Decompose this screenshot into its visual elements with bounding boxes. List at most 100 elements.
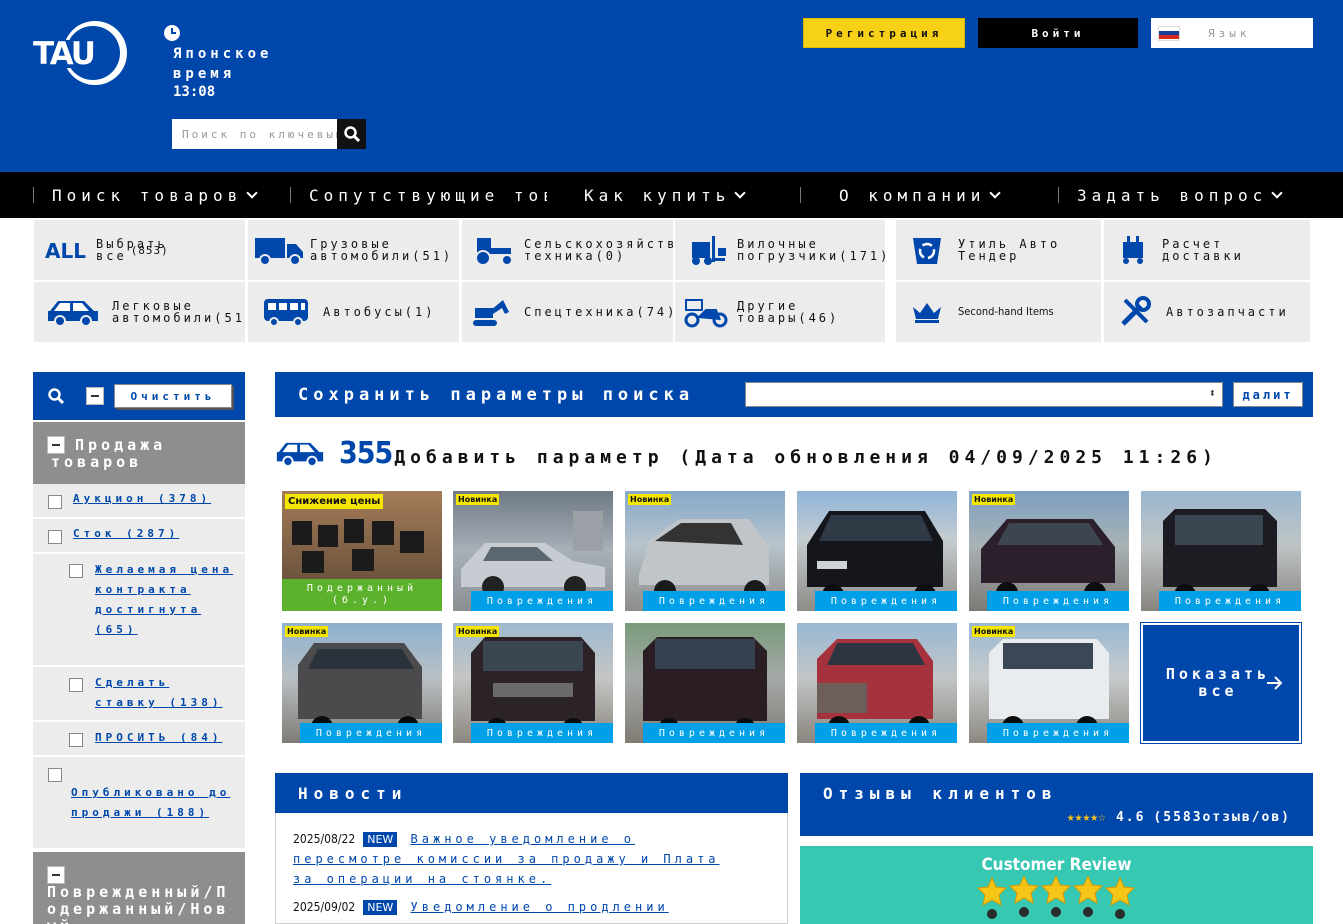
checkbox[interactable] [48, 530, 62, 544]
news-item[interactable]: 2025/09/02 NEW Уведомление о продлении [293, 897, 763, 917]
category-trucks[interactable]: Грузовые автомобили(51) [248, 220, 459, 280]
listing-card[interactable]: Новинка Повреждения [625, 491, 785, 611]
shipping-icon [1104, 234, 1162, 266]
nav-item-search-products[interactable]: Поиск товаров [52, 172, 292, 218]
sidebar-group-sales[interactable]: Продажа товаров [33, 422, 245, 484]
category-label: Second-hand Items [958, 305, 1054, 318]
result-count-line: 355 Добавить параметр (Дата обновления 0… [275, 433, 1315, 473]
reviews-header: Отзывы клиентов ★★★★☆ 4.6 (5583отзыв/ов) [800, 773, 1313, 836]
listing-condition-label: Повреждения [815, 723, 957, 743]
listing-card[interactable]: Новинка Повреждения [453, 491, 613, 611]
saved-search-select[interactable] [745, 382, 1223, 407]
rating-stars-icon: ★★★★☆ [1066, 810, 1106, 825]
listing-card[interactable]: Повреждения [625, 623, 785, 743]
category-shipping-calc[interactable]: Расчет доставки [1104, 220, 1310, 280]
nav-item-related-products[interactable]: Сопутствующие товары [309, 172, 547, 218]
checkbox[interactable] [69, 678, 83, 692]
category-scrap-tender[interactable]: Утиль Авто Тендер [896, 220, 1101, 280]
news-date: 2025/09/02 [293, 900, 356, 914]
review-count: (5583отзыв/ов) [1153, 810, 1291, 825]
bus-icon [248, 297, 323, 327]
show-all-button[interactable]: Показать все [1140, 622, 1302, 744]
clear-button[interactable]: Очистить [114, 384, 232, 408]
category-label: Выбрать все (853) [96, 237, 169, 263]
filter-published-before-sale[interactable]: Опубликовано до продажи (188) [33, 757, 245, 850]
filter-link[interactable]: Аукцион (378) [73, 489, 238, 509]
search-icon[interactable] [48, 388, 64, 404]
filter-desired-price-reached[interactable]: Желаемая цена контракта достигнута (65) [33, 554, 245, 667]
nav-item-about[interactable]: О компании [839, 172, 1029, 218]
russia-flag-icon [1158, 25, 1180, 41]
nav-separator [1058, 187, 1059, 203]
filter-link[interactable]: Желаемая цена контракта достигнута (65) [95, 560, 235, 640]
register-button[interactable]: Регистрация [803, 18, 965, 48]
news-item[interactable]: 2025/08/22 NEW Важное уведомление о перес… [293, 829, 733, 889]
search-input[interactable] [172, 119, 337, 149]
sidebar-group-condition[interactable]: Поврежденный/Подержанный/Новый [33, 852, 245, 924]
chevron-down-icon [989, 186, 1001, 199]
category-auto-parts[interactable]: Автозапчасти [1104, 282, 1310, 342]
category-agriculture[interactable]: Сельскохозяйственнаятехника(0) [462, 220, 673, 280]
news-link[interactable]: Уведомление о продлении [411, 900, 669, 914]
nav-label: О компании [839, 185, 986, 205]
listing-card[interactable]: Новинка Повреждения [969, 491, 1129, 611]
category-special-machinery[interactable]: Спецтехника(74) [462, 282, 673, 342]
listing-card[interactable]: Снижение цены Подержанный (б.у.) [282, 491, 442, 611]
category-second-hand-items[interactable]: Second-hand Items [896, 282, 1101, 342]
login-button[interactable]: Войти [978, 18, 1138, 48]
filter-ask[interactable]: ПРОСИТЬ (84) [33, 722, 245, 757]
filter-link[interactable]: ПРОСИТЬ (84) [95, 728, 245, 748]
nav-item-how-to-buy[interactable]: Как купить [584, 172, 774, 218]
all-icon: ALL [34, 238, 96, 262]
delete-saved-search-button[interactable]: далит [1233, 382, 1303, 407]
saved-search-bar: Сохранить параметры поиска далит [275, 372, 1313, 417]
checkbox[interactable] [48, 495, 62, 509]
news-link[interactable]: Важное уведомление о пересмотре комиссии… [293, 832, 720, 886]
chevron-down-icon [734, 186, 746, 199]
category-label: Сельскохозяйственнаятехника(0) [524, 237, 673, 263]
search-icon [343, 126, 360, 142]
site-header: TAU Японское время 13:08 Регистрация Вой… [0, 0, 1343, 172]
category-all[interactable]: ALL Выбрать все (853) [34, 220, 245, 280]
reviews-rating[interactable]: ★★★★☆ 4.6 (5583отзыв/ов) [1067, 810, 1291, 825]
news-list: 2025/08/22 NEW Важное уведомление о перес… [275, 813, 788, 924]
listing-card[interactable]: Повреждения [1141, 491, 1301, 611]
group-collapse-toggle[interactable] [47, 866, 65, 884]
nav-separator [290, 187, 291, 203]
search-button[interactable] [337, 119, 366, 149]
listing-card[interactable]: Повреждения [797, 623, 957, 743]
category-forklifts[interactable]: Вилочные погрузчики(171) [675, 220, 885, 280]
listing-badge: Новинка [456, 494, 500, 505]
tau-logo[interactable]: TAU [33, 18, 133, 88]
filter-link[interactable]: Опубликовано до продажи (188) [71, 783, 236, 823]
language-select[interactable]: Язык [1151, 18, 1313, 48]
clock-icon [164, 25, 180, 41]
filter-link[interactable]: Сток (287) [73, 524, 238, 544]
category-buses[interactable]: Автобусы(1) [248, 282, 459, 342]
filter-auction[interactable]: Аукцион (378) [33, 484, 245, 519]
listing-card[interactable]: Повреждения [797, 491, 957, 611]
tools-icon [1104, 296, 1166, 328]
nav-label: Сопутствующие товары [309, 185, 547, 205]
forklift-icon [675, 234, 737, 266]
show-all-label: Показать все [1165, 665, 1271, 700]
customer-review-banner[interactable]: Customer Review [800, 846, 1313, 924]
listing-card[interactable]: Новинка Повреждения [453, 623, 613, 743]
car-icon [34, 297, 112, 327]
listing-card[interactable]: Новинка Повреждения [282, 623, 442, 743]
filter-place-bid[interactable]: Сделать ставку (138) [33, 667, 245, 722]
category-passenger-cars[interactable]: Легковыеавтомобили(510) [34, 282, 245, 342]
checkbox[interactable] [69, 564, 83, 578]
listing-condition-label: Повреждения [471, 723, 613, 743]
collapse-all-toggle[interactable] [86, 387, 104, 405]
listing-badge: Новинка [628, 494, 672, 505]
nav-item-ask-question[interactable]: Задать вопрос [1077, 172, 1317, 218]
listing-condition-label: Повреждения [815, 591, 957, 611]
listing-card[interactable]: Новинка Повреждения [969, 623, 1129, 743]
filter-stock[interactable]: Сток (287) [33, 519, 245, 554]
listing-badge: Новинка [285, 626, 329, 637]
checkbox[interactable] [48, 768, 62, 782]
checkbox[interactable] [69, 733, 83, 747]
category-other-goods[interactable]: Другие товары(46) [675, 282, 885, 342]
filter-link[interactable]: Сделать ставку (138) [95, 673, 235, 713]
